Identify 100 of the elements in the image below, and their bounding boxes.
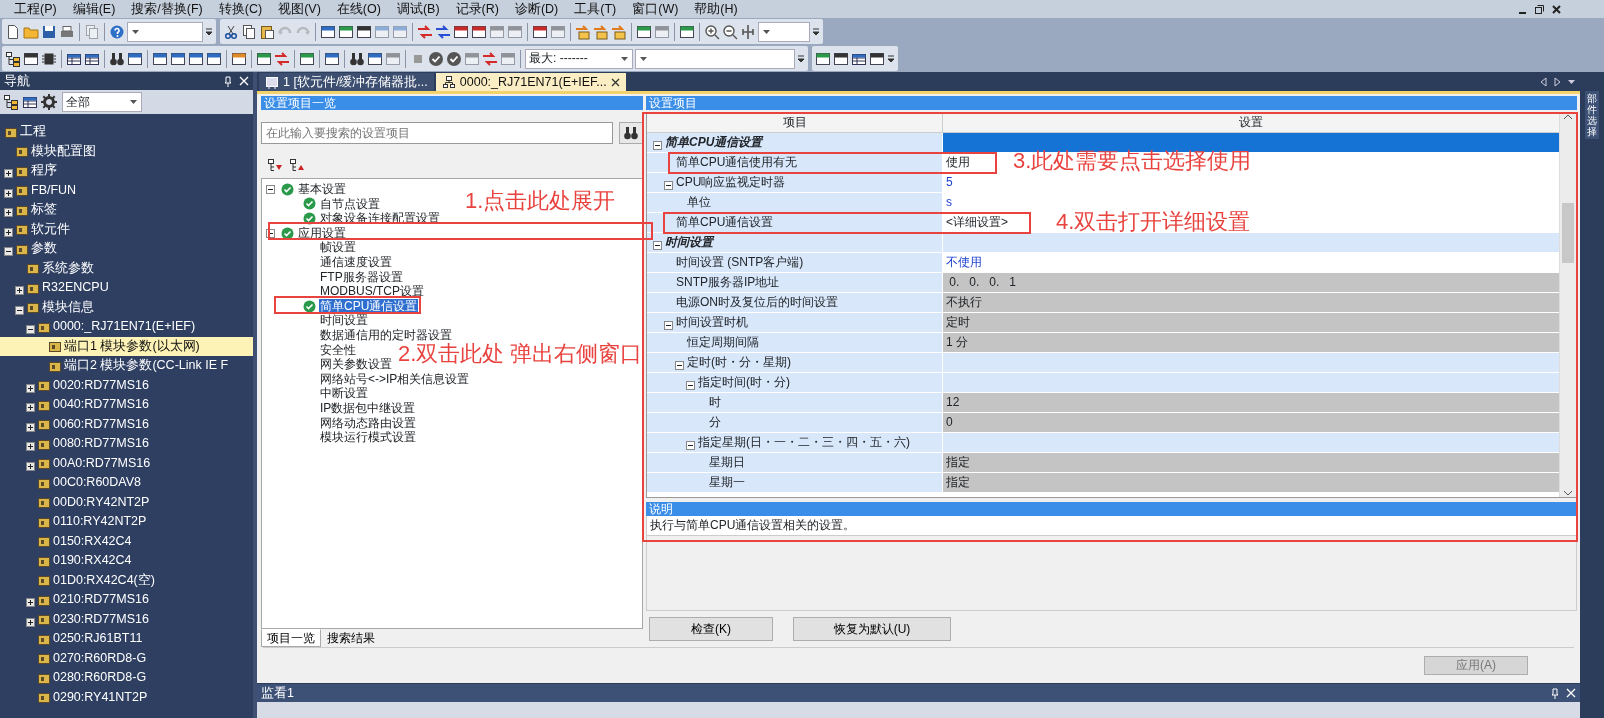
window-icon[interactable] [170, 50, 186, 67]
window-icon[interactable] [471, 23, 487, 40]
menu-item[interactable]: 搜索/替换(F) [123, 1, 211, 17]
window-icon[interactable] [869, 50, 885, 67]
column-header[interactable]: 设置 [943, 113, 1559, 132]
tree-item[interactable]: 应用设置 [297, 225, 347, 241]
window-icon[interactable] [320, 23, 336, 40]
tree-item[interactable]: 数据通信用的定时器设置 [319, 328, 453, 343]
tree-item[interactable]: 0020:RD77MS16 [0, 375, 253, 395]
tree-item[interactable]: 0040:RD77MS16 [0, 395, 253, 415]
window-icon[interactable] [152, 50, 168, 67]
tree-item[interactable]: 系统参数 [0, 258, 253, 278]
window-icon[interactable] [356, 23, 372, 40]
previous-icon[interactable] [1539, 76, 1548, 87]
tree-item[interactable]: 0060:RD77MS16 [0, 414, 253, 434]
table-icon[interactable] [22, 94, 38, 110]
expander-icon[interactable] [26, 598, 35, 608]
menu-item[interactable]: 转换(C) [210, 1, 271, 17]
close-icon[interactable] [1551, 3, 1562, 15]
tree-item[interactable]: 0270:R60RD8-G [0, 648, 253, 668]
expander-icon[interactable] [653, 141, 662, 151]
arrows-icon[interactable] [435, 23, 451, 40]
window-icon[interactable] [338, 23, 354, 40]
action-button[interactable]: 恢复为默认(U) [793, 617, 951, 641]
window-icon[interactable] [23, 50, 39, 67]
window-icon[interactable] [367, 50, 383, 67]
window-icon[interactable] [256, 50, 272, 67]
tree-item[interactable]: 模块运行模式设置 [319, 430, 417, 445]
tree-item[interactable]: IP数据包中继设置 [319, 401, 417, 416]
check-circle-icon[interactable] [428, 50, 444, 67]
tree-item[interactable]: 0000:_RJ71EN71(E+IEF) [0, 317, 253, 337]
menu-item[interactable]: 工程(P) [6, 1, 65, 17]
document-tab[interactable]: 0000:_RJ71EN71(E+IEF... [435, 73, 626, 91]
scroll-up-icon[interactable] [1563, 113, 1573, 121]
tree-item[interactable]: 00D0:RY42NT2P [0, 492, 253, 512]
window-icon[interactable] [127, 50, 143, 67]
window-icon[interactable] [299, 50, 315, 67]
toolbar-overflow-icon[interactable] [205, 27, 213, 36]
dropdown[interactable]: 最大: ------- [525, 48, 633, 69]
pin-icon[interactable] [223, 75, 233, 87]
tree-item[interactable]: 通信速度设置 [319, 255, 393, 270]
check-circle-icon[interactable] [446, 50, 462, 67]
window-icon[interactable] [324, 50, 340, 67]
scissors-icon[interactable] [223, 23, 239, 40]
tree-item[interactable]: 0280:R60RD8-G [0, 668, 253, 688]
window-icon[interactable] [453, 23, 469, 40]
expander-icon[interactable] [26, 403, 35, 413]
menu-item[interactable]: 调试(B) [388, 1, 448, 17]
scroll-thumb[interactable] [1562, 203, 1574, 263]
binoculars-icon[interactable] [349, 50, 365, 67]
search-field[interactable]: 在此输入要搜索的设置项目 [261, 122, 613, 144]
tree-icon[interactable] [3, 94, 19, 110]
column-header[interactable]: 项目 [647, 113, 943, 132]
expander-icon[interactable] [266, 184, 275, 194]
tree-item[interactable]: 参数 [0, 239, 253, 259]
copy-icon[interactable] [241, 23, 257, 40]
restore-icon[interactable] [1534, 3, 1545, 15]
arrows-icon[interactable] [274, 50, 290, 67]
window-icon[interactable] [679, 23, 695, 40]
tree-item[interactable]: 0150:RX42C4 [0, 531, 253, 551]
gear-icon[interactable] [41, 94, 57, 110]
toolbar-overflow-icon[interactable] [887, 54, 895, 63]
expander-icon[interactable] [26, 461, 35, 471]
tree-item[interactable]: 帧设置 [319, 240, 357, 255]
tree-item[interactable]: 端口1 模块参数(以太网) [0, 336, 253, 356]
save-icon[interactable] [41, 23, 57, 40]
panel-tab[interactable]: 搜索结果 [321, 629, 381, 647]
binoculars-icon[interactable] [109, 50, 125, 67]
expander-icon[interactable] [4, 208, 13, 218]
split-icon[interactable] [740, 23, 756, 40]
zoom-in-icon[interactable] [704, 23, 720, 40]
expander-icon[interactable] [15, 305, 24, 315]
pin-icon[interactable] [1550, 687, 1560, 699]
toolbar-overflow-icon[interactable] [812, 27, 820, 36]
window-icon[interactable] [532, 23, 548, 40]
expand-all-icon[interactable] [267, 158, 283, 174]
filter-dropdown[interactable]: 全部 [62, 92, 142, 112]
tree-item[interactable]: 0250:RJ61BT11 [0, 629, 253, 649]
tree-item[interactable]: 端口2 模块参数(CC-Link IE F [0, 356, 253, 376]
tree-item[interactable]: 工程 [0, 122, 253, 142]
panel-tab[interactable]: 项目一览 [261, 629, 321, 647]
window-icon[interactable] [833, 50, 849, 67]
expander-icon[interactable] [4, 169, 13, 179]
menu-item[interactable]: 记录(R) [447, 1, 507, 17]
expander-icon[interactable] [26, 325, 35, 335]
tree-item[interactable]: 模块信息 [0, 297, 253, 317]
collapse-all-icon[interactable] [289, 158, 305, 174]
tree-item[interactable]: 标签 [0, 200, 253, 220]
tree-item[interactable]: 自节点设置 [319, 196, 381, 212]
close-icon[interactable] [610, 77, 620, 87]
toolbar-overflow-icon[interactable] [797, 54, 805, 63]
expander-icon[interactable] [26, 422, 35, 432]
expander-icon[interactable] [4, 188, 13, 198]
menu-item[interactable]: 工具(T) [566, 1, 625, 17]
tree-item[interactable]: 中断设置 [319, 386, 369, 401]
side-tab[interactable]: 部件选择 [1585, 91, 1599, 139]
tree-item[interactable]: 安全性 [319, 342, 357, 357]
window-icon[interactable] [188, 50, 204, 67]
tree-item[interactable]: R32ENCPU [0, 278, 253, 298]
tree-item[interactable]: 0230:RD77MS16 [0, 609, 253, 629]
